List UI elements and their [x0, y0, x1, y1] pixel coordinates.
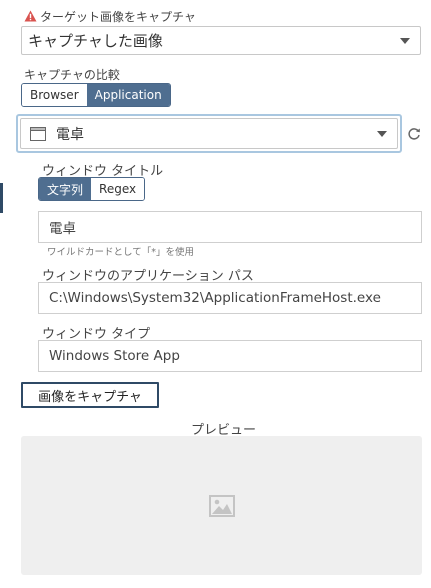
- compare-option-browser[interactable]: Browser: [22, 84, 87, 106]
- chevron-down-icon: [400, 37, 410, 44]
- preview-area: [21, 436, 422, 575]
- window-type-value: Windows Store App: [49, 348, 180, 364]
- compare-label: キャプチャの比較: [24, 68, 120, 82]
- target-select-value: キャプチャした画像: [28, 32, 163, 50]
- window-title-mode-toggle: 文字列 Regex: [38, 177, 146, 201]
- window-icon: [30, 126, 46, 141]
- mode-option-string[interactable]: 文字列: [39, 178, 92, 200]
- image-placeholder-icon: [209, 495, 235, 517]
- window-title-input[interactable]: 電卓: [38, 211, 422, 243]
- compare-toggle: Browser Application: [21, 83, 171, 107]
- compare-option-application[interactable]: Application: [86, 84, 170, 106]
- warning-icon: [24, 10, 37, 22]
- app-path-input[interactable]: C:\Windows\System32\ApplicationFrameHost…: [38, 282, 422, 314]
- refresh-icon[interactable]: [407, 127, 421, 141]
- target-label: ターゲット画像をキャプチャ: [24, 8, 196, 25]
- app-path-value: C:\Windows\System32\ApplicationFrameHost…: [49, 290, 381, 306]
- chevron-down-icon: [377, 130, 387, 137]
- target-label-text: ターゲット画像をキャプチャ: [40, 10, 196, 24]
- app-select[interactable]: 電卓: [20, 118, 398, 149]
- app-select-value: 電卓: [56, 126, 84, 143]
- mode-option-regex[interactable]: Regex: [91, 178, 145, 200]
- capture-image-button[interactable]: 画像をキャプチャ: [21, 382, 159, 408]
- target-select[interactable]: キャプチャした画像: [21, 26, 421, 55]
- window-type-input[interactable]: Windows Store App: [38, 340, 422, 372]
- section-indicator: [0, 183, 3, 213]
- window-title-value: 電卓: [49, 221, 76, 237]
- wildcard-hint: ワイルドカードとして「*」を使用: [47, 247, 194, 258]
